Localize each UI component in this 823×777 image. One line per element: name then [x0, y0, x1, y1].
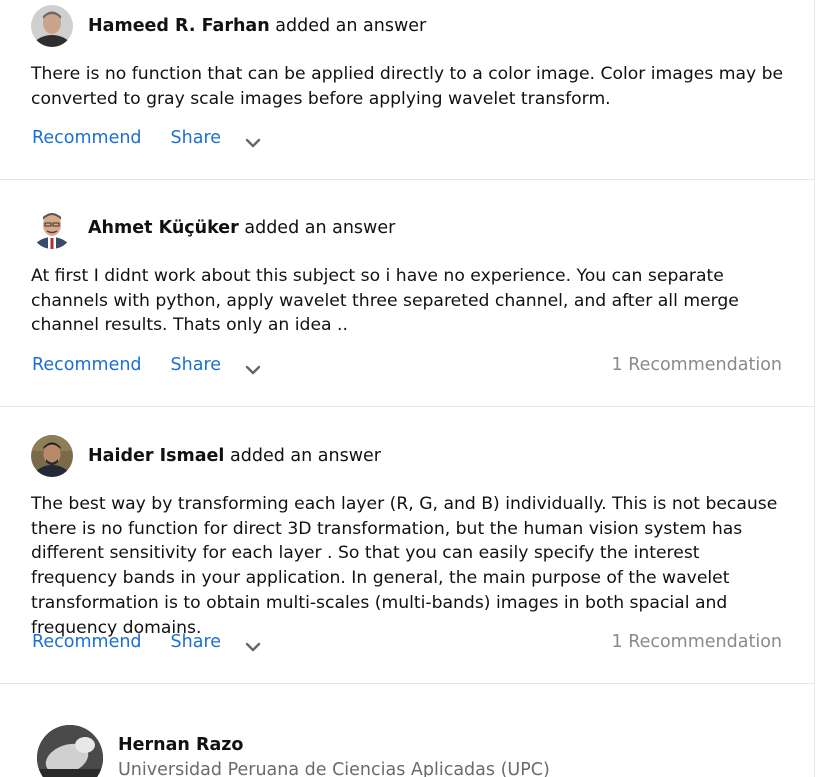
- page: Hameed R. Farhan added an answer There i…: [0, 0, 823, 777]
- author-name[interactable]: Hernan Razo: [118, 735, 243, 755]
- chevron-down-icon[interactable]: [245, 360, 261, 375]
- recommendation-count[interactable]: 1 Recommendation: [612, 632, 782, 652]
- answer-item: Hameed R. Farhan added an answer There i…: [0, 0, 814, 180]
- author-name[interactable]: Ahmet Küçüker: [88, 218, 239, 238]
- answer-actions: Recommend Share: [32, 125, 782, 151]
- author-name[interactable]: Hameed R. Farhan: [88, 16, 270, 36]
- answer-item: Haider Ismael added an answer The best w…: [0, 407, 814, 684]
- answer-body: There is no function that can be applied…: [31, 64, 784, 109]
- answers-column: Hameed R. Farhan added an answer There i…: [0, 0, 815, 777]
- share-button[interactable]: Share: [171, 128, 222, 148]
- author-action: added an answer: [275, 16, 427, 36]
- answer-item: Ahmet Küçüker added an answer At first I…: [0, 180, 814, 407]
- recommend-button[interactable]: Recommend: [32, 128, 142, 148]
- author-action: added an answer: [244, 218, 396, 238]
- author-line: Haider Ismael added an answer: [88, 446, 381, 466]
- recommend-button[interactable]: Recommend: [32, 632, 142, 652]
- author-name[interactable]: Haider Ismael: [88, 446, 224, 466]
- author-line: Ahmet Küçüker added an answer: [88, 218, 395, 238]
- share-button[interactable]: Share: [171, 632, 222, 652]
- author-action: added an answer: [230, 446, 381, 466]
- author-line: Hameed R. Farhan added an answer: [88, 16, 426, 36]
- recommend-button[interactable]: Recommend: [32, 355, 142, 375]
- author-avatar[interactable]: [31, 435, 73, 477]
- answer-body: At first I didnt work about this subject…: [31, 266, 739, 336]
- answer-header: Ahmet Küçüker added an answer: [31, 207, 395, 249]
- author-avatar[interactable]: [31, 5, 73, 47]
- answer-header: Haider Ismael added an answer: [31, 435, 381, 477]
- author-avatar[interactable]: [37, 725, 103, 777]
- author-avatar[interactable]: [31, 207, 73, 249]
- answer-body: The best way by transforming each layer …: [31, 494, 778, 638]
- chevron-down-icon[interactable]: [245, 133, 261, 148]
- answer-actions: Recommend Share 1 Recommendation: [32, 629, 782, 655]
- answer-header: Hameed R. Farhan added an answer: [31, 5, 426, 47]
- author-affiliation[interactable]: Universidad Peruana de Ciencias Aplicada…: [118, 760, 550, 777]
- share-button[interactable]: Share: [171, 355, 222, 375]
- chevron-down-icon[interactable]: [245, 637, 261, 652]
- recommendation-count[interactable]: 1 Recommendation: [612, 355, 782, 375]
- answer-actions: Recommend Share 1 Recommendation: [32, 352, 782, 378]
